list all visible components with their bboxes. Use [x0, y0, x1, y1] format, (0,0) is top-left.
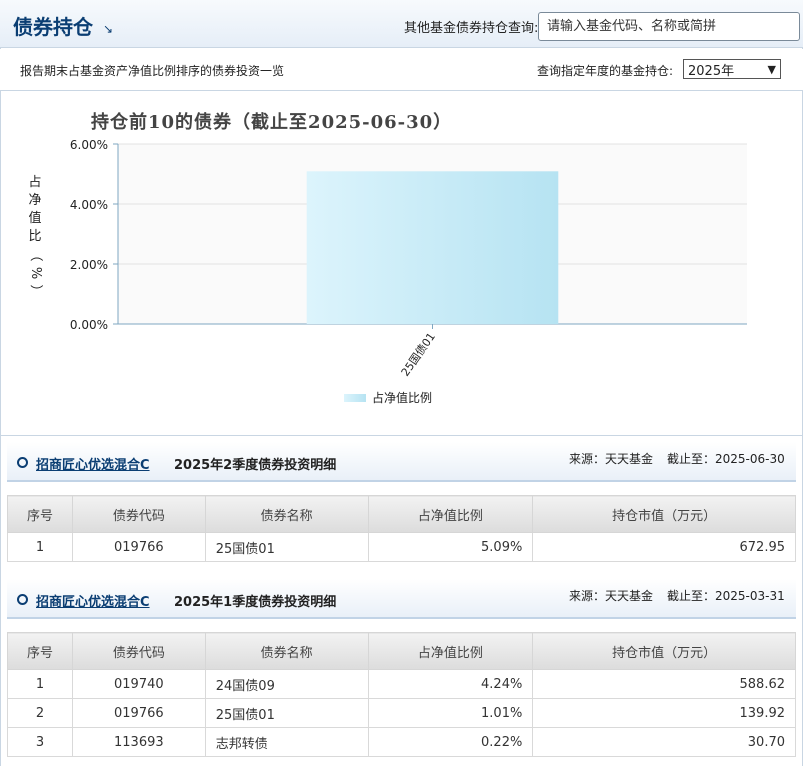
cell-value: 672.95: [532, 532, 796, 562]
section-title: 2025年2季度债券投资明细: [174, 458, 337, 473]
col-header-name: 债券名称: [204, 495, 369, 533]
x-tick-label: 25国债01: [398, 330, 438, 379]
collapse-arrow-icon[interactable]: ↘: [103, 22, 113, 36]
circle-icon: [17, 594, 28, 605]
cell-ratio: 1.01%: [367, 698, 534, 728]
page-title: 债券持仓: [13, 15, 93, 39]
cell-name: 25国债01: [204, 532, 369, 562]
bar-25国债01: [306, 171, 559, 324]
cell-code: 019766: [71, 698, 206, 728]
cell-name: 24国债09: [204, 669, 369, 699]
section-title: 2025年1季度债券投资明细: [174, 595, 337, 610]
legend-label: 占净值比例: [372, 391, 433, 405]
table-row: 1 019740 24国债09 4.24% 588.62: [7, 669, 796, 699]
table-header-row: 序号 债券代码 债券名称 占净值比例 持仓市值（万元）: [7, 495, 796, 533]
table-row: 3 113693 志邦转债 0.22% 30.70: [7, 727, 796, 757]
cell-code: 113693: [71, 727, 206, 757]
fund-link[interactable]: 招商匠心优选混合C: [36, 454, 150, 473]
fund-query-label: 其他基金债券持仓查询:: [404, 21, 539, 36]
table-header-row: 序号 债券代码 债券名称 占净值比例 持仓市值（万元）: [7, 632, 796, 670]
cell-code: 019766: [71, 532, 206, 562]
holdings-table: 序号 债券代码 债券名称 占净值比例 持仓市值（万元） 1 019766 25国…: [7, 495, 796, 562]
col-header-code: 债券代码: [71, 495, 206, 533]
year-select-value: 2025年: [688, 63, 735, 79]
section-header: 招商匠心优选混合C 2025年2季度债券投资明细 来源：天天基金 截止至：202…: [7, 442, 796, 482]
cell-name: 志邦转债: [204, 727, 369, 757]
col-header-index: 序号: [7, 632, 73, 670]
y-tick-label: 0.00%: [70, 318, 108, 332]
chart-legend[interactable]: 占净值比例: [344, 389, 432, 406]
cell-index: 1: [7, 669, 73, 699]
cell-name: 25国债01: [204, 698, 369, 728]
chevron-down-icon: ▼: [767, 62, 776, 76]
legend-swatch: [344, 393, 366, 402]
page-header: 债券持仓 ↘ 其他基金债券持仓查询:: [0, 0, 803, 48]
year-select-label: 查询指定年度的基金持仓:: [537, 64, 674, 78]
section-header: 招商匠心优选混合C 2025年1季度债券投资明细 来源：天天基金 截止至：202…: [7, 579, 796, 619]
col-header-code: 债券代码: [71, 632, 206, 670]
y-tick-label: 4.00%: [70, 198, 108, 212]
fund-link[interactable]: 招商匠心优选混合C: [36, 591, 150, 610]
cell-index: 3: [7, 727, 73, 757]
source-label: 来源：天天基金: [569, 452, 654, 466]
cell-value: 588.62: [532, 669, 796, 699]
as-of-date: 截止至：2025-06-30: [667, 452, 785, 466]
y-tick-label: 2.00%: [70, 258, 108, 272]
holdings-table: 序号 债券代码 债券名称 占净值比例 持仓市值（万元） 1 019740 24国…: [7, 632, 796, 757]
chart-panel: 持仓前10的债券（截止至2025-06-30） 占净值比（%） 0.00% 2.0…: [0, 92, 803, 436]
col-header-ratio: 占净值比例: [367, 632, 534, 670]
col-header-name: 债券名称: [204, 632, 369, 670]
holdings-description: 报告期末占基金资产净值比例排序的债券投资一览: [20, 64, 285, 78]
as-of-date: 截止至：2025-03-31: [667, 589, 785, 603]
cell-index: 1: [7, 532, 73, 562]
cell-ratio: 5.09%: [367, 532, 534, 562]
cell-ratio: 4.24%: [367, 669, 534, 699]
y-tick-label: 6.00%: [70, 138, 108, 152]
bond-holdings-chart: 0.00% 2.00% 4.00% 6.00% 25国债01: [70, 138, 747, 379]
col-header-ratio: 占净值比例: [367, 495, 534, 533]
col-header-value: 持仓市值（万元）: [532, 495, 796, 533]
table-row: 2 019766 25国债01 1.01% 139.92: [7, 698, 796, 728]
cell-ratio: 0.22%: [367, 727, 534, 757]
col-header-value: 持仓市值（万元）: [532, 632, 796, 670]
table-row: 1 019766 25国债01 5.09% 672.95: [7, 532, 796, 562]
cell-index: 2: [7, 698, 73, 728]
year-select[interactable]: 2025年 ▼: [683, 59, 781, 79]
fund-search-input[interactable]: [538, 12, 800, 41]
cell-code: 019740: [71, 669, 206, 699]
col-header-index: 序号: [7, 495, 73, 533]
sub-bar: 报告期末占基金资产净值比例排序的债券投资一览 查询指定年度的基金持仓: 2025…: [0, 49, 803, 91]
circle-icon: [17, 457, 28, 468]
cell-value: 139.92: [532, 698, 796, 728]
source-label: 来源：天天基金: [569, 589, 654, 603]
cell-value: 30.70: [532, 727, 796, 757]
